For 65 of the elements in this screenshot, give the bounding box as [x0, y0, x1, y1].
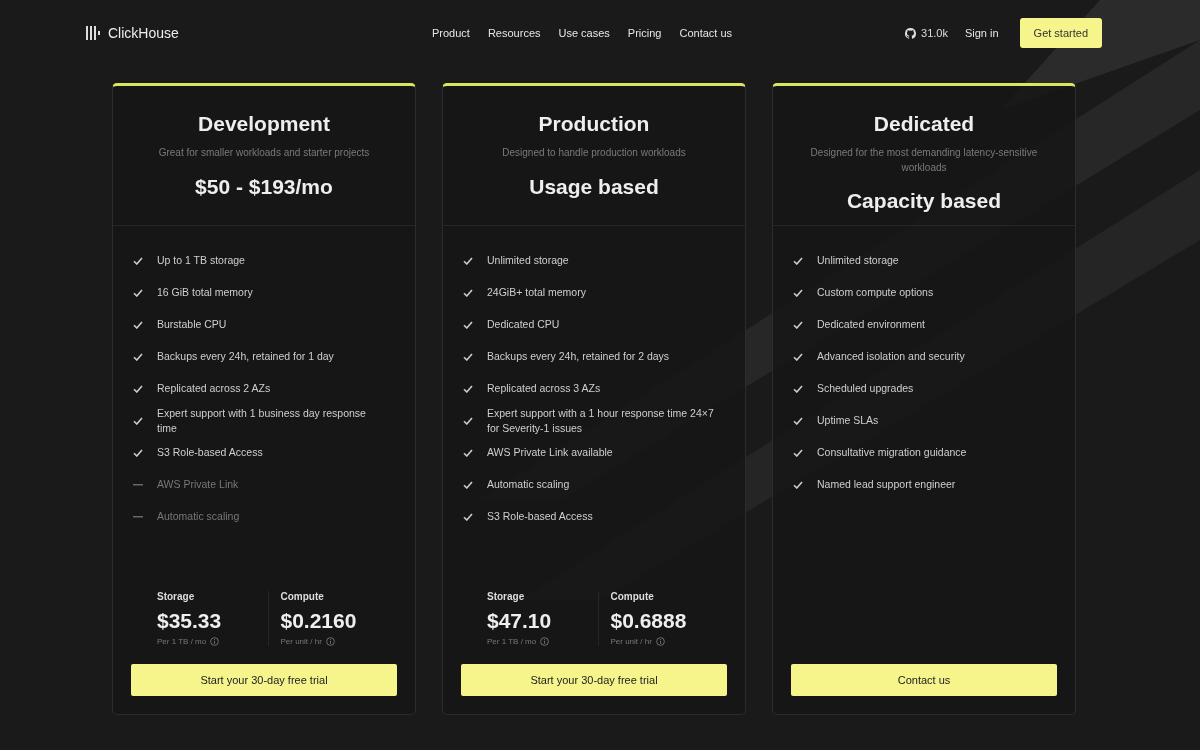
- plan-cta-button[interactable]: Start your 30-day free trial: [461, 664, 727, 696]
- nav-link[interactable]: Product: [432, 27, 470, 39]
- nav-link[interactable]: Contact us: [679, 27, 733, 39]
- rate-unit: Per 1 TB / mo: [487, 637, 537, 646]
- feature-text: S3 Role-based Access: [157, 445, 264, 461]
- feature-text: Uptime SLAs: [817, 413, 880, 429]
- rate-unit: Per unit / hr: [610, 637, 652, 646]
- github-icon[interactable]: [905, 27, 916, 39]
- logo-bars-icon: [86, 25, 102, 41]
- nav-link[interactable]: Resources: [487, 27, 541, 39]
- nav-link[interactable]: Pricing: [627, 27, 662, 39]
- info-icon[interactable]: [655, 637, 665, 646]
- plan-price: $50 - $193/mo: [194, 174, 334, 199]
- plan-description: Designed to handle production workloads: [501, 146, 687, 160]
- feature-text: Advanced isolation and security: [817, 349, 966, 365]
- feature-text: S3 Role-based Access: [487, 509, 594, 525]
- feature-text: 16 GiB total memory: [157, 285, 254, 301]
- rate-value: $0.2160: [280, 609, 358, 633]
- logo-text[interactable]: ClickHouse: [108, 25, 179, 41]
- plan-description: Great for smaller workloads and starter projects: [157, 146, 371, 160]
- get-started-button[interactable]: Get started: [1019, 18, 1102, 48]
- feature-text: Unlimited storage: [817, 253, 900, 269]
- star-count: 31.0k: [921, 27, 948, 39]
- rate-value: $47.10: [487, 609, 553, 633]
- plan-price: Capacity based: [845, 189, 1003, 213]
- plan-name: Development: [197, 112, 331, 136]
- feature-text: Replicated across 3 AZs: [487, 381, 602, 397]
- feature-text: Up to 1 TB storage: [157, 253, 246, 269]
- nav-link[interactable]: Use cases: [558, 27, 610, 39]
- feature-text: Replicated across 2 AZs: [157, 381, 272, 397]
- feature-text: Dedicated environment: [817, 317, 926, 333]
- feature-text: Named lead support engineer: [817, 477, 957, 493]
- rate-label: Compute: [610, 591, 655, 602]
- feature-text: Custom compute options: [817, 285, 935, 301]
- info-icon[interactable]: [325, 637, 335, 646]
- feature-text: AWS Private Link: [157, 477, 240, 493]
- feature-text: Expert support with a 1 hour response time 24×7 for Severity-1 issues: [487, 405, 715, 436]
- feature-text: Unlimited storage: [487, 253, 570, 269]
- rate-label: Storage: [487, 591, 526, 602]
- feature-text: Automatic scaling: [157, 509, 241, 525]
- feature-text: Scheduled upgrades: [817, 381, 915, 397]
- feature-text: Backups every 24h, retained for 1 day: [157, 349, 335, 365]
- plan-cta-button[interactable]: Start your 30-day free trial: [131, 664, 397, 696]
- info-icon[interactable]: [540, 637, 550, 646]
- sign-in-link[interactable]: Sign in: [964, 27, 999, 39]
- rate-label: Storage: [157, 591, 196, 602]
- plan-price: Usage based: [528, 174, 660, 199]
- feature-text: Dedicated CPU: [487, 317, 561, 333]
- plan-description: Designed for the most demanding latency-sensitive workloads: [809, 146, 1039, 175]
- feature-text: Consultative migration guidance: [817, 445, 968, 461]
- feature-text: Backups every 24h, retained for 2 days: [487, 349, 671, 365]
- plan-name: Dedicated: [872, 112, 976, 136]
- feature-text: 24GiB+ total memory: [487, 285, 587, 301]
- rate-label: Compute: [280, 591, 325, 602]
- feature-text: Burstable CPU: [157, 317, 228, 333]
- feature-text: Automatic scaling: [487, 477, 571, 493]
- info-icon[interactable]: [210, 637, 220, 646]
- rate-value: $0.6888: [610, 609, 688, 633]
- plan-name: Production: [537, 112, 651, 136]
- rate-unit: Per unit / hr: [280, 637, 322, 646]
- feature-text: AWS Private Link available: [487, 445, 614, 461]
- rate-unit: Per 1 TB / mo: [157, 637, 207, 646]
- plan-cta-button[interactable]: Contact us: [791, 664, 1057, 696]
- rate-value: $35.33: [157, 609, 223, 633]
- feature-text: Expert support with 1 business day response time: [157, 405, 367, 436]
